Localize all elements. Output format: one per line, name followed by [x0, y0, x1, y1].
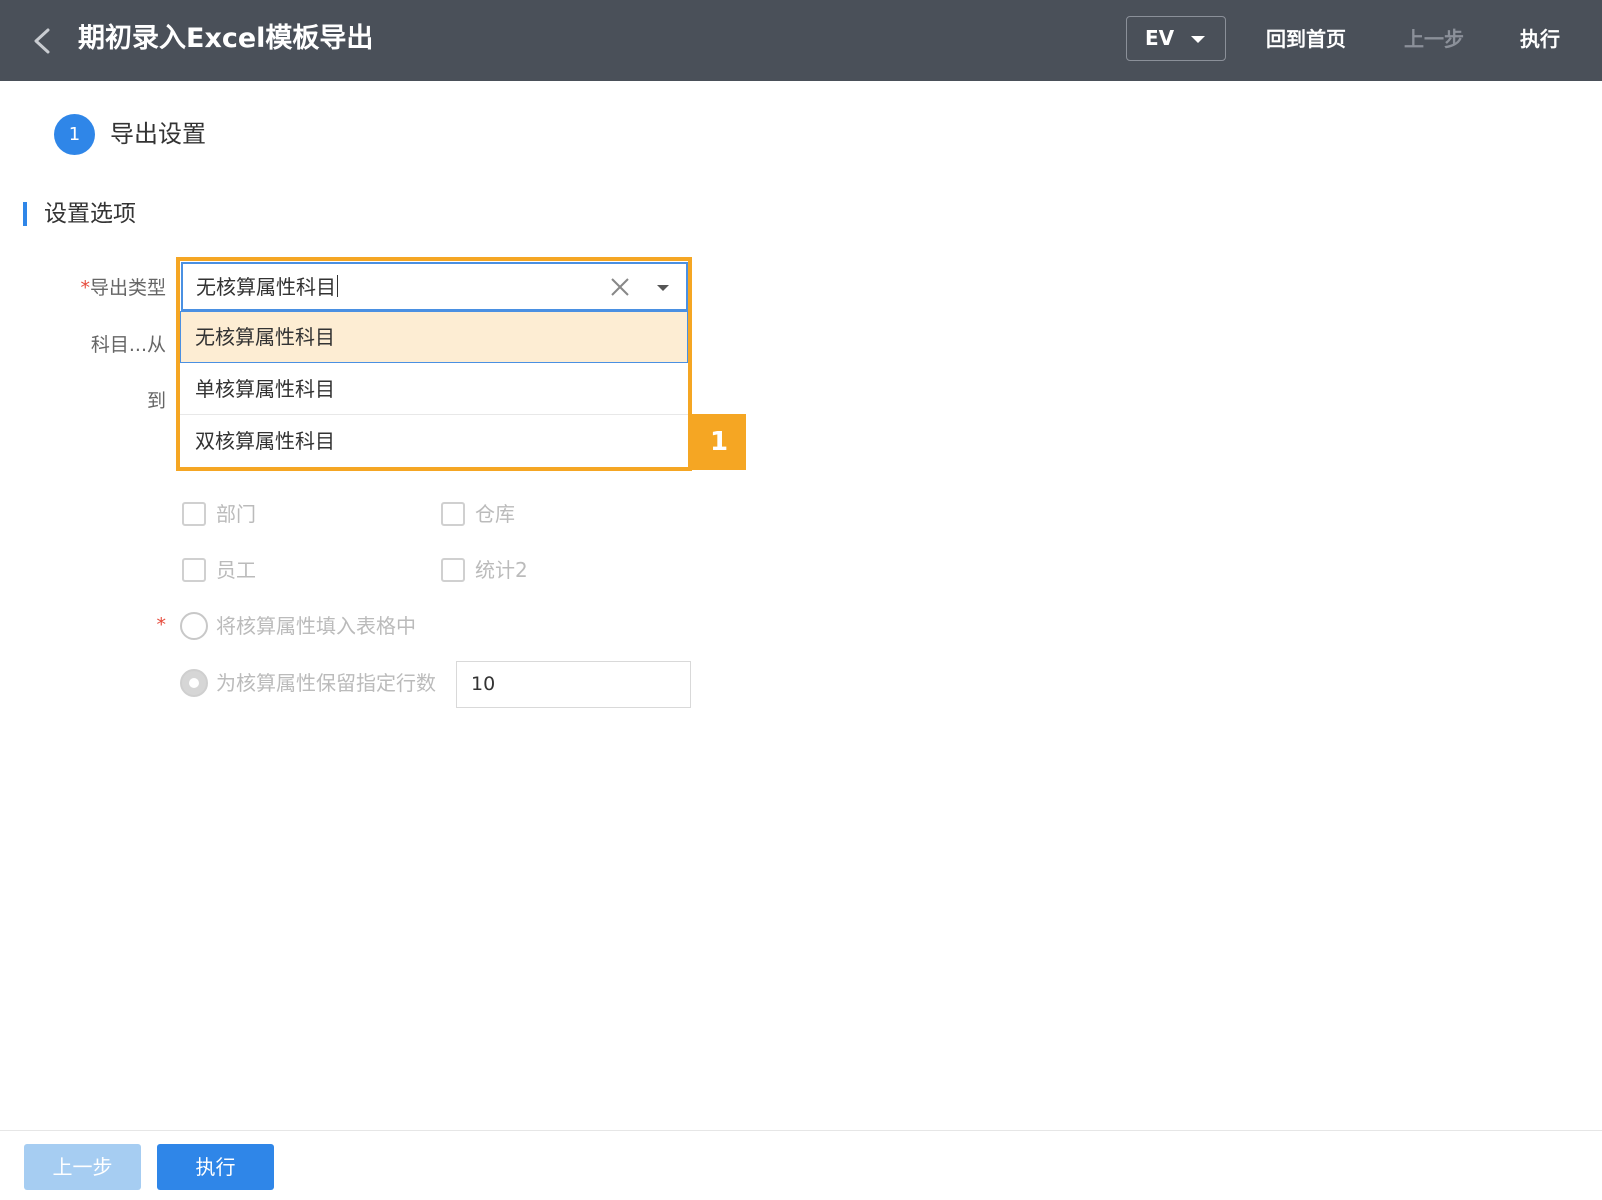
ev-select[interactable]: EV — [1126, 16, 1226, 61]
footer-exec-button[interactable]: 执行 — [157, 1144, 274, 1190]
checkbox-warehouse-label: 仓库 — [475, 502, 515, 526]
checkbox-employee-label: 员工 — [216, 558, 256, 582]
header-prev-button[interactable]: 上一步 — [1404, 22, 1464, 56]
radio-required-mark: * — [156, 614, 167, 636]
checkbox-employee[interactable] — [182, 558, 206, 582]
checkbox-department-label: 部门 — [216, 502, 256, 526]
reserved-rows-input[interactable]: 10 — [456, 661, 691, 708]
radio-fill-in-table[interactable] — [180, 612, 208, 640]
footer-divider — [0, 1130, 1602, 1131]
required-mark: * — [80, 277, 90, 299]
account-from-label: 科目...从 — [90, 334, 166, 356]
page-title: 期初录入Excel模板导出 — [78, 23, 374, 54]
checkbox-department[interactable] — [182, 502, 206, 526]
checkbox-stat2-label: 统计2 — [475, 558, 528, 582]
radio-reserve-rows-label: 为核算属性保留指定行数 — [216, 671, 436, 695]
highlight-frame — [176, 257, 692, 471]
checkbox-stat2[interactable] — [441, 558, 465, 582]
step-number: 1 — [54, 114, 95, 155]
section-title: 设置选项 — [44, 201, 136, 227]
radio-fill-in-table-label: 将核算属性填入表格中 — [216, 614, 416, 638]
home-button[interactable]: 回到首页 — [1266, 22, 1346, 56]
callout-badge: 1 — [692, 414, 746, 470]
top-bar: 期初录入Excel模板导出 EV 回到首页 上一步 执行 — [0, 0, 1602, 81]
step-label: 导出设置 — [110, 120, 206, 148]
section-marker — [23, 202, 27, 226]
footer-prev-button[interactable]: 上一步 — [24, 1144, 141, 1190]
export-type-label: *导出类型 — [80, 277, 166, 299]
header-exec-button[interactable]: 执行 — [1520, 22, 1560, 56]
caret-down-icon — [1191, 36, 1205, 43]
radio-reserve-rows[interactable] — [180, 669, 208, 697]
back-arrow-icon[interactable] — [30, 26, 56, 56]
account-to-label: 到 — [146, 390, 166, 412]
checkbox-warehouse[interactable] — [441, 502, 465, 526]
ev-select-value: EV — [1145, 26, 1175, 50]
